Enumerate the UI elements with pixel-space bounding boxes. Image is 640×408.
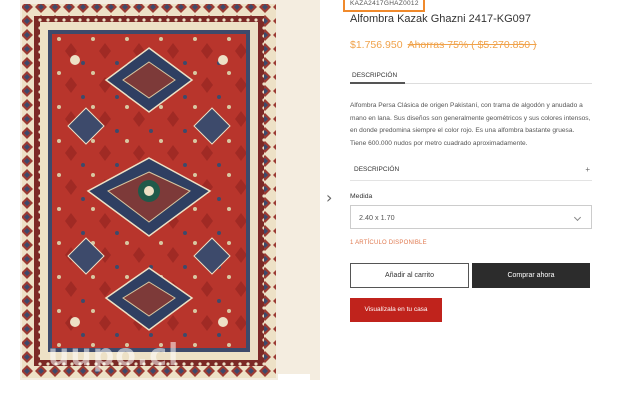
watermark: uupo.cl — [48, 338, 180, 373]
price-block: $1.756.950 Ahorras 75% ( $5.270.850 ) — [350, 39, 537, 51]
buy-now-button[interactable]: Comprar ahora — [472, 263, 590, 288]
tab-active-indicator — [350, 82, 405, 84]
product-description: Alfombra Persa Clásica de origen Pakista… — [350, 102, 591, 147]
size-select[interactable]: 2.40 x 1.70 — [350, 205, 592, 229]
accordion-label: DESCRIPCIÓN — [354, 166, 400, 173]
current-price: $1.756.950 — [350, 39, 403, 51]
product-sku: KAZA2417GHAZ0012 — [350, 0, 419, 7]
accordion-description[interactable]: DESCRIPCIÓN + — [350, 164, 592, 178]
product-image[interactable]: uupo.cl — [20, 0, 320, 380]
chevron-down-icon — [573, 213, 582, 222]
add-to-cart-button[interactable]: Añadir al carrito — [350, 263, 469, 288]
rug-image — [20, 0, 320, 380]
plus-icon[interactable]: + — [585, 165, 590, 174]
stock-status: 1 ARTÍCULO DISPONIBLE — [350, 240, 427, 246]
chevron-right-icon[interactable]: › — [326, 190, 340, 206]
tab-description[interactable]: DESCRIPCIÓN — [352, 72, 397, 79]
accordion-divider — [350, 180, 592, 181]
view-in-home-button[interactable]: Visualízala en tu casa — [350, 298, 442, 322]
product-title: Alfombra Kazak Ghazni 2417-KG097 — [350, 13, 531, 25]
size-selected-value: 2.40 x 1.70 — [359, 213, 395, 222]
watermark-bar — [278, 374, 310, 380]
old-price: Ahorras 75% ( $5.270.850 ) — [407, 39, 537, 51]
size-label: Medida — [350, 193, 373, 200]
